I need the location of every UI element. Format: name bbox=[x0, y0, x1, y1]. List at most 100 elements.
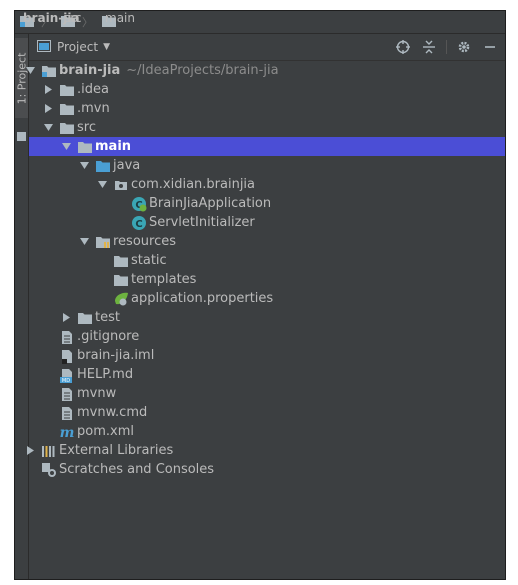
tree-item-label: .mvn bbox=[77, 101, 110, 116]
expanded-arrow-icon[interactable] bbox=[79, 232, 89, 251]
collapsed-arrow-icon[interactable] bbox=[61, 308, 71, 327]
project-panel-header: Project ▼ bbox=[29, 34, 505, 61]
minimize-icon[interactable] bbox=[481, 38, 499, 56]
collapse-all-icon[interactable] bbox=[420, 38, 438, 56]
chevron-right-icon: 〉 bbox=[82, 16, 93, 29]
tree-row-java[interactable]: java bbox=[29, 156, 505, 175]
libraries-icon bbox=[41, 443, 57, 459]
tree-item-label: .idea bbox=[77, 82, 109, 97]
folder-icon bbox=[113, 272, 129, 288]
ide-window: brain-jia 〉 src 〉 main 1: Project Projec… bbox=[14, 10, 506, 580]
tree-item-label: brain-jia ~/IdeaProjects/brain-jia bbox=[59, 63, 279, 78]
tree-item-label: main bbox=[95, 139, 132, 154]
text-file-icon bbox=[59, 405, 75, 421]
tree-item-label: mvnw bbox=[77, 386, 117, 401]
tree-row-mvnw[interactable]: mvnw bbox=[29, 384, 505, 403]
tree-row-scratches-and-consoles[interactable]: Scratches and Consoles bbox=[29, 460, 505, 479]
iml-file-icon bbox=[59, 348, 75, 364]
tree-row-mvnw-cmd[interactable]: mvnw.cmd bbox=[29, 403, 505, 422]
collapsed-arrow-icon[interactable] bbox=[43, 80, 53, 99]
tree-item-label: com.xidian.brainjia bbox=[131, 177, 256, 192]
collapsed-arrow-icon[interactable] bbox=[43, 99, 53, 118]
tree-item-label: brain-jia.iml bbox=[77, 348, 155, 363]
tree-row-templates[interactable]: templates bbox=[29, 270, 505, 289]
collapsed-arrow-icon[interactable] bbox=[25, 441, 35, 460]
expanded-arrow-icon[interactable] bbox=[97, 175, 107, 194]
project-view-label: Project bbox=[57, 40, 99, 54]
resources-folder-icon bbox=[95, 234, 111, 250]
tree-row-brain-jia[interactable]: brain-jia ~/IdeaProjects/brain-jia bbox=[25, 61, 505, 80]
structure-icon[interactable] bbox=[17, 126, 26, 145]
folder-icon bbox=[59, 101, 75, 117]
project-window-icon bbox=[37, 39, 51, 55]
tree-item-label: src bbox=[77, 120, 96, 135]
breadcrumb-item-project[interactable]: brain-jia bbox=[19, 11, 80, 31]
svg-text:MD: MD bbox=[62, 378, 70, 383]
tree-item-label: pom.xml bbox=[77, 424, 134, 439]
tree-row-static[interactable]: static bbox=[29, 251, 505, 270]
chevron-down-icon: ▼ bbox=[103, 42, 110, 52]
tree-row-servletinitializer[interactable]: C ServletInitializer bbox=[29, 213, 505, 232]
tree-row-help-md[interactable]: MD HELP.md bbox=[29, 365, 505, 384]
maven-icon: m bbox=[59, 424, 75, 440]
tree-row-idea[interactable]: .idea bbox=[29, 80, 505, 99]
tree-item-label: templates bbox=[131, 272, 197, 287]
tree-item-label: java bbox=[113, 158, 141, 173]
folder-icon bbox=[77, 310, 93, 326]
spring-boot-class-icon: C bbox=[131, 196, 147, 212]
tree-row-test[interactable]: test bbox=[29, 308, 505, 327]
tree-item-label: BrainJiaApplication bbox=[149, 196, 272, 211]
package-icon bbox=[113, 177, 129, 193]
tree-row-mvn[interactable]: .mvn bbox=[29, 99, 505, 118]
breadcrumb-label: src bbox=[64, 11, 82, 25]
folder-icon bbox=[59, 120, 75, 136]
expanded-arrow-icon[interactable] bbox=[79, 156, 89, 175]
tree-row-brainjiaapplication[interactable]: C BrainJiaApplication bbox=[29, 194, 505, 213]
folder-icon bbox=[59, 82, 75, 98]
tree-item-label: HELP.md bbox=[77, 367, 134, 382]
text-file-icon bbox=[59, 329, 75, 345]
locate-file-icon[interactable] bbox=[394, 38, 412, 56]
breadcrumb-item-main[interactable]: main bbox=[101, 11, 135, 31]
toolbar-divider bbox=[446, 40, 447, 54]
tree-item-label: resources bbox=[113, 234, 177, 249]
tree-item-label: ServletInitializer bbox=[149, 215, 255, 230]
tree-row-application-properties[interactable]: application.properties bbox=[29, 289, 505, 308]
tree-row-brain-jia-iml[interactable]: brain-jia.iml bbox=[29, 346, 505, 365]
tree-row-main[interactable]: main bbox=[29, 137, 505, 156]
tree-row-pom-xml[interactable]: m pom.xml bbox=[29, 422, 505, 441]
tree-item-label: static bbox=[131, 253, 167, 268]
tree-row-src[interactable]: src bbox=[29, 118, 505, 137]
tree-row-external-libraries[interactable]: External Libraries bbox=[26, 441, 505, 460]
tree-item-label: application.properties bbox=[131, 291, 274, 306]
tree-item-label: test bbox=[95, 310, 120, 325]
tree-row-resources[interactable]: resources bbox=[29, 232, 505, 251]
gear-icon[interactable] bbox=[455, 38, 473, 56]
tree-item-label: External Libraries bbox=[59, 443, 174, 458]
java-class-icon: C bbox=[131, 215, 147, 231]
expanded-arrow-icon[interactable] bbox=[61, 137, 71, 156]
project-panel: Project ▼ brain-jia ~/IdeaProjects/brain… bbox=[25, 34, 505, 579]
project-tree: brain-jia ~/IdeaProjects/brain-jia .idea .m… bbox=[25, 61, 505, 479]
expanded-arrow-icon[interactable] bbox=[25, 61, 35, 80]
text-file-icon bbox=[59, 386, 75, 402]
scratches-icon bbox=[41, 462, 57, 478]
svg-text:m: m bbox=[60, 425, 75, 440]
svg-text:C: C bbox=[135, 219, 142, 230]
project-view-selector[interactable]: Project ▼ bbox=[37, 39, 110, 55]
tree-item-label: .gitignore bbox=[77, 329, 140, 344]
markdown-file-icon: MD bbox=[59, 367, 75, 383]
tree-row-gitignore[interactable]: .gitignore bbox=[29, 327, 505, 346]
tree-item-label: mvnw.cmd bbox=[77, 405, 148, 420]
navigation-bar: brain-jia 〉 src 〉 main bbox=[15, 11, 505, 34]
tree-item-label: Scratches and Consoles bbox=[59, 462, 215, 477]
folder-icon bbox=[77, 139, 93, 155]
project-path-hint: ~/IdeaProjects/brain-jia bbox=[126, 63, 279, 78]
tree-row-com-xidian-brainjia[interactable]: com.xidian.brainjia bbox=[29, 175, 505, 194]
expanded-arrow-icon[interactable] bbox=[43, 118, 53, 137]
module-folder-icon bbox=[41, 63, 57, 79]
folder-icon bbox=[113, 253, 129, 269]
breadcrumb-label: main bbox=[105, 11, 135, 25]
source-folder-icon bbox=[95, 158, 111, 174]
tool-window-stripe: 1: Project bbox=[15, 34, 29, 579]
